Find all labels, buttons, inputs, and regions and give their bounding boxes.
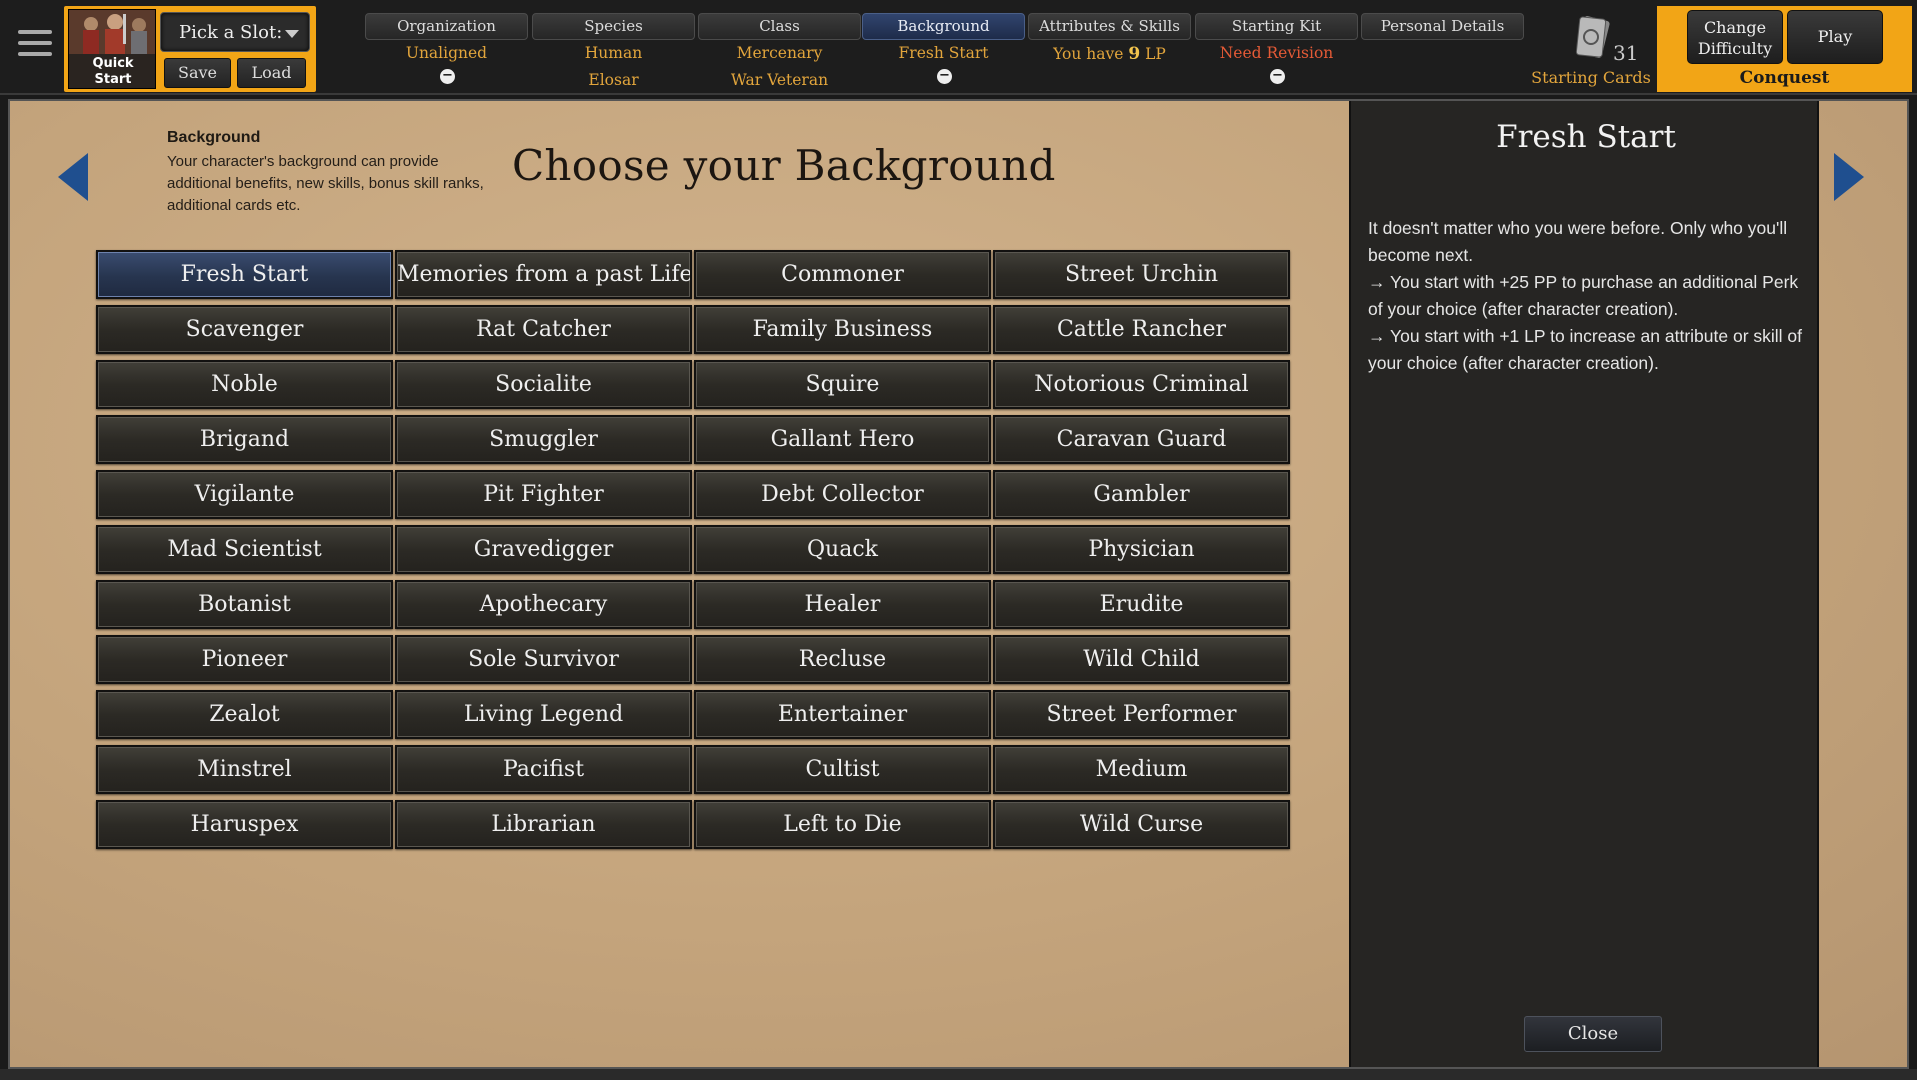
tab-starting-kit[interactable]: Starting Kit (1195, 13, 1358, 40)
class-subvalue: War Veteran (730, 71, 829, 89)
background-option-button[interactable]: Healer (694, 580, 991, 629)
background-option-button[interactable]: Commoner (694, 250, 991, 299)
organization-clear-icon[interactable]: − (440, 69, 455, 84)
info-title: Background (167, 129, 261, 146)
background-option-button[interactable]: Debt Collector (694, 470, 991, 519)
background-option-button[interactable]: Haruspex (96, 800, 393, 849)
species-subvalue: Elosar (588, 71, 639, 89)
bottom-border (0, 1069, 1917, 1080)
next-page-arrow-icon[interactable] (1834, 153, 1864, 201)
background-option-button[interactable]: Vigilante (96, 470, 393, 519)
starting-cards-label[interactable]: Starting Cards (1531, 68, 1651, 87)
starting-kit-value: Need Revision (1219, 44, 1334, 62)
background-option-button[interactable]: Left to Die (694, 800, 991, 849)
background-option-button[interactable]: Family Business (694, 305, 991, 354)
save-button[interactable]: Save (164, 58, 231, 88)
background-option-button[interactable]: Fresh Start (96, 250, 393, 299)
attributes-lp-value: You have 9 LP (1028, 44, 1191, 64)
card-deck-icon (1575, 16, 1610, 58)
background-option-button[interactable]: Cultist (694, 745, 991, 794)
starting-cards-count: 31 (1613, 41, 1639, 65)
background-option-button[interactable]: Entertainer (694, 690, 991, 739)
tab-background[interactable]: Background (862, 13, 1025, 40)
background-option-button[interactable]: Socialite (395, 360, 692, 409)
background-option-button[interactable]: Caravan Guard (993, 415, 1290, 464)
background-option-button[interactable]: Gravedigger (395, 525, 692, 574)
background-option-button[interactable]: Sole Survivor (395, 635, 692, 684)
info-description: Your character's background can provide … (167, 153, 484, 214)
background-option-button[interactable]: Gallant Hero (694, 415, 991, 464)
tab-personal-details[interactable]: Personal Details (1361, 13, 1524, 40)
difficulty-name: Conquest (1739, 68, 1830, 88)
background-option-button[interactable]: Wild Curse (993, 800, 1290, 849)
class-value: Mercenary (736, 44, 823, 62)
main-parchment: Background Your character's background c… (8, 99, 1909, 1069)
slot-dropdown[interactable]: Pick a Slot: (160, 12, 310, 52)
background-option-button[interactable]: Physician (993, 525, 1290, 574)
previous-page-arrow-icon[interactable] (58, 153, 88, 201)
warriors-portrait-icon (69, 10, 155, 54)
background-detail-panel: Fresh Start It doesn't matter who you we… (1349, 101, 1819, 1067)
background-value: Fresh Start (898, 44, 989, 62)
background-option-button[interactable]: Scavenger (96, 305, 393, 354)
difficulty-panel: Change Difficulty Play Conquest (1657, 6, 1912, 92)
background-option-button[interactable]: Noble (96, 360, 393, 409)
menu-icon[interactable] (18, 30, 52, 60)
background-option-button[interactable]: Quack (694, 525, 991, 574)
background-option-button[interactable]: Medium (993, 745, 1290, 794)
tab-class[interactable]: Class (698, 13, 861, 40)
quick-start-button[interactable]: Quick Start (68, 9, 156, 89)
play-button[interactable]: Play (1787, 10, 1883, 64)
close-button[interactable]: Close (1524, 1016, 1662, 1052)
load-button[interactable]: Load (237, 58, 306, 88)
quick-start-label: Quick Start (92, 56, 134, 87)
background-option-button[interactable]: Memories from a past Life (395, 250, 692, 299)
detail-paragraph: → You start with +25 PP to purchase an a… (1368, 272, 1799, 319)
background-option-button[interactable]: Botanist (96, 580, 393, 629)
slot-dropdown-label: Pick a Slot: (179, 22, 283, 43)
background-option-button[interactable]: Librarian (395, 800, 692, 849)
organization-value: Unaligned (405, 44, 488, 62)
tab-species[interactable]: Species (532, 13, 695, 40)
background-option-button[interactable]: Pioneer (96, 635, 393, 684)
background-option-button[interactable]: Street Urchin (993, 250, 1290, 299)
page-title: Choose your Background (512, 141, 1056, 190)
background-options-grid: Fresh Start Memories from a past Life Comm… (96, 250, 1301, 849)
background-option-button[interactable]: Cattle Rancher (993, 305, 1290, 354)
background-option-button[interactable]: Pacifist (395, 745, 692, 794)
background-option-button[interactable]: Mad Scientist (96, 525, 393, 574)
background-option-button[interactable]: Apothecary (395, 580, 692, 629)
background-option-button[interactable]: Smuggler (395, 415, 692, 464)
detail-title: Fresh Start (1496, 119, 1676, 155)
detail-paragraph: → You start with +1 LP to increase an at… (1368, 326, 1803, 373)
chevron-down-icon (285, 30, 299, 38)
background-option-button[interactable]: Minstrel (96, 745, 393, 794)
tab-attributes-skills[interactable]: Attributes & Skills (1028, 13, 1191, 40)
detail-description: It doesn't matter who you were before. O… (1368, 215, 1808, 377)
lp-count: 9 (1128, 44, 1141, 64)
background-option-button[interactable]: Street Performer (993, 690, 1290, 739)
detail-paragraph: It doesn't matter who you were before. O… (1368, 218, 1788, 265)
background-option-button[interactable]: Notorious Criminal (993, 360, 1290, 409)
top-bar: Quick Start Pick a Slot: Save Load Organ… (0, 0, 1917, 95)
change-difficulty-button[interactable]: Change Difficulty (1687, 10, 1783, 64)
background-option-button[interactable]: Wild Child (993, 635, 1290, 684)
quick-start-panel: Quick Start Pick a Slot: Save Load (64, 6, 316, 92)
tab-organization[interactable]: Organization (365, 13, 528, 40)
background-clear-icon[interactable]: − (937, 69, 952, 84)
background-option-button[interactable]: Erudite (993, 580, 1290, 629)
species-value: Human (584, 44, 643, 62)
starting-kit-clear-icon[interactable]: − (1270, 69, 1285, 84)
background-option-button[interactable]: Zealot (96, 690, 393, 739)
background-option-button[interactable]: Rat Catcher (395, 305, 692, 354)
background-option-button[interactable]: Living Legend (395, 690, 692, 739)
background-option-button[interactable]: Pit Fighter (395, 470, 692, 519)
background-option-button[interactable]: Brigand (96, 415, 393, 464)
background-option-button[interactable]: Gambler (993, 470, 1290, 519)
background-option-button[interactable]: Squire (694, 360, 991, 409)
background-option-button[interactable]: Recluse (694, 635, 991, 684)
lp-suffix: LP (1140, 45, 1166, 63)
lp-prefix: You have (1053, 45, 1129, 63)
